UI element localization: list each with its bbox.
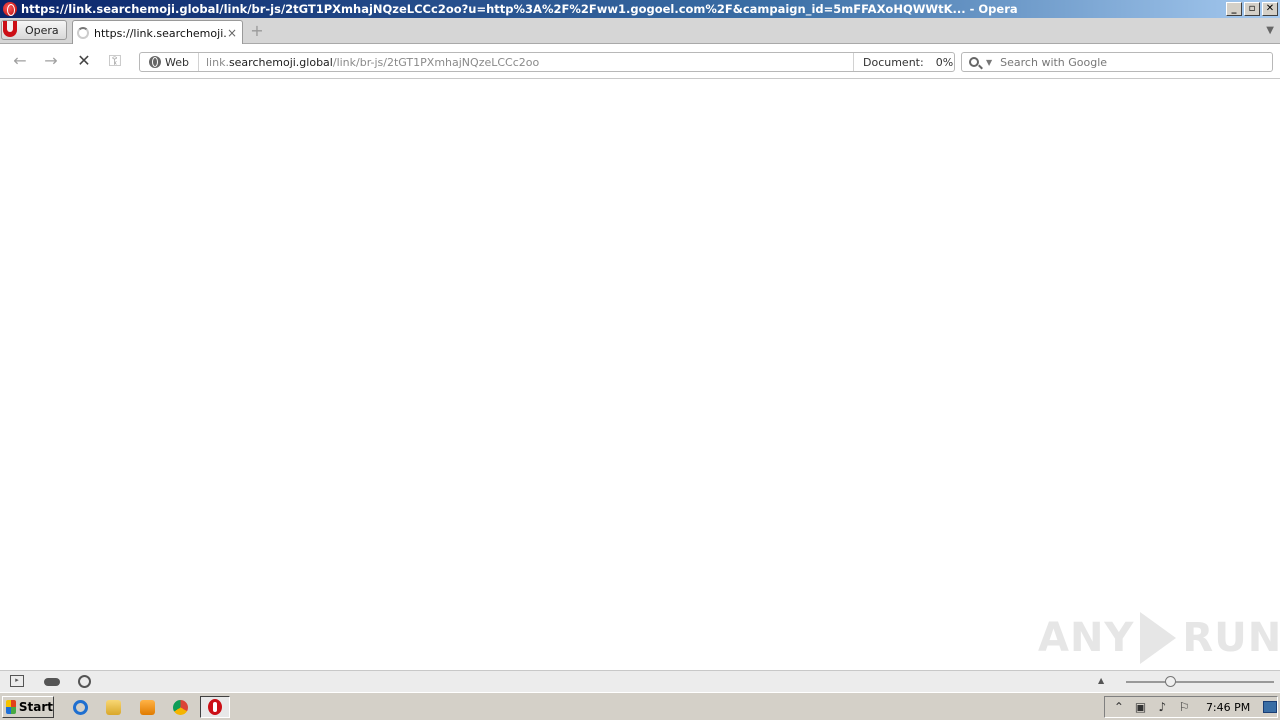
anyrun-watermark: ANY RUN (1038, 612, 1280, 664)
site-info-badge[interactable]: Web (140, 53, 199, 71)
opera-icon (208, 699, 222, 715)
url-field[interactable]: link.searchemoji.global/link/br-js/2tGT1… (199, 56, 853, 69)
tab-active[interactable]: https://link.searchemoji.global... × (72, 20, 243, 45)
tab-bar: Opera https://link.searchemoji.global...… (0, 18, 1280, 45)
restore-button[interactable]: ▫ (1244, 2, 1260, 16)
document-progress: Document: 0% (853, 53, 954, 71)
status-bar: ▸ ▲ (0, 670, 1280, 692)
window-controls: _ ▫ ✕ (1226, 2, 1278, 16)
key-icon[interactable]: ⚿ (105, 52, 125, 70)
globe-icon (149, 56, 161, 68)
url-path: /link/br-js/2tGT1PXmhajNQzeLCCc2oo (332, 55, 540, 69)
tab-title: https://link.searchemoji.global... (94, 26, 226, 40)
tab-close-icon[interactable]: × (226, 26, 238, 40)
close-button[interactable]: ✕ (1262, 2, 1278, 16)
opera-taskbar-button[interactable] (200, 696, 230, 718)
search-engine-dropdown-icon[interactable]: ▼ (986, 58, 992, 67)
window-titlebar[interactable]: https://link.searchemoji.global/link/br-… (0, 0, 1280, 18)
chrome-icon[interactable] (169, 697, 191, 717)
navigation-toolbar: ← → ✕ ⚿ Web link.searchemoji.global/link… (0, 44, 1280, 79)
watermark-text-right: RUN (1182, 615, 1280, 661)
system-tray: ⌃ ▣ ♪ ⚐ 7:46 PM (1104, 696, 1278, 718)
opera-logo-icon (3, 21, 21, 39)
search-box[interactable]: ▼ (961, 52, 1273, 72)
volume-icon[interactable]: ♪ (1154, 700, 1170, 714)
page-content[interactable]: ANY RUN (0, 79, 1280, 670)
windows-taskbar: Start ⌃ ▣ ♪ ⚐ 7:46 PM (0, 692, 1280, 720)
file-explorer-icon[interactable] (102, 697, 124, 717)
stop-loading-button[interactable]: ✕ (74, 52, 94, 70)
opera-menu-button[interactable]: Opera (1, 20, 67, 40)
document-progress-label: Document: (863, 55, 924, 69)
forward-button[interactable]: → (41, 52, 61, 70)
watermark-text-left: ANY (1038, 615, 1135, 661)
start-label: Start (18, 700, 53, 714)
show-desktop-icon[interactable] (1263, 701, 1277, 713)
zoom-arrow-up-icon[interactable]: ▲ (1098, 676, 1104, 685)
window-title: https://link.searchemoji.global/link/br-… (21, 2, 1018, 16)
start-button[interactable]: Start (2, 696, 54, 718)
panel-toggle-icon[interactable]: ▸ (10, 675, 24, 687)
network-icon[interactable]: ▣ (1133, 700, 1149, 714)
opera-logo-icon (3, 2, 17, 16)
internet-explorer-icon[interactable] (69, 697, 91, 717)
zoom-slider-knob[interactable] (1165, 676, 1177, 687)
new-tab-button[interactable]: + (249, 23, 265, 39)
windows-logo-icon (6, 700, 16, 714)
flag-icon[interactable]: ⚐ (1176, 700, 1192, 714)
search-input[interactable] (1000, 55, 1261, 69)
media-player-icon[interactable] (136, 697, 158, 717)
tab-menu-chevron-icon[interactable]: ▼ (1266, 25, 1274, 36)
opera-menu-label: Opera (25, 23, 59, 37)
up-arrow-icon[interactable]: ⌃ (1111, 700, 1127, 714)
url-prefix: link. (205, 55, 229, 69)
speed-dial-icon[interactable] (78, 675, 91, 688)
minimize-button[interactable]: _ (1226, 2, 1242, 16)
address-bar[interactable]: Web link.searchemoji.global/link/br-js/2… (139, 52, 955, 72)
clock[interactable]: 7:46 PM (1206, 701, 1253, 714)
loading-spinner-icon (77, 27, 89, 39)
back-button[interactable]: ← (10, 52, 30, 70)
site-badge-label: Web (165, 55, 189, 69)
document-progress-value: 0% (935, 55, 954, 69)
search-icon (969, 57, 979, 67)
cloud-icon[interactable] (44, 678, 60, 686)
zoom-slider[interactable] (1126, 676, 1274, 687)
play-icon (1140, 612, 1177, 664)
url-host: searchemoji.global (228, 55, 333, 69)
